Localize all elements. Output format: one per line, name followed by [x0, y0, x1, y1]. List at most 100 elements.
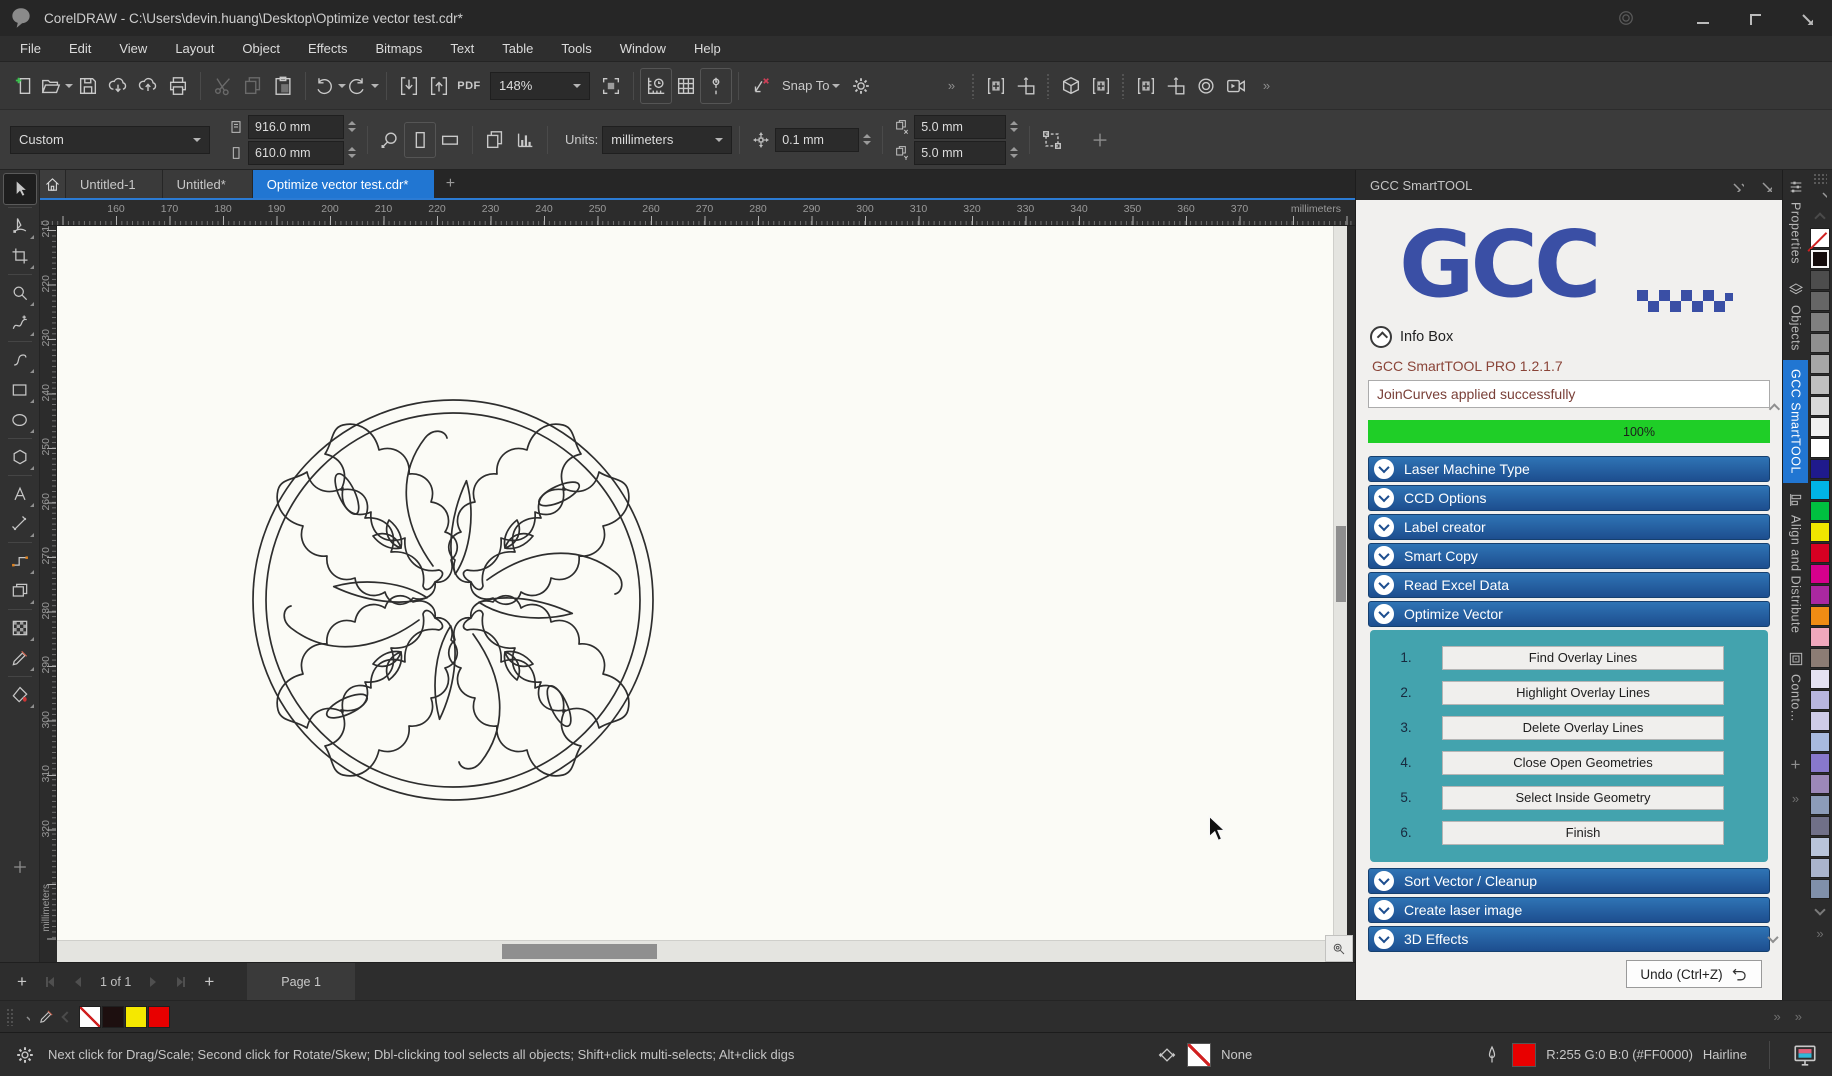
canvas-drawing[interactable]	[243, 390, 663, 810]
zoom-level-combo[interactable]: 148%	[490, 72, 590, 100]
document-palette-swatch[interactable]	[125, 1006, 147, 1028]
duplicate-y-field[interactable]: 5.0 mm	[914, 141, 1006, 165]
step-button[interactable]: Close Open Geometries	[1442, 751, 1724, 775]
undo-dropdown-icon[interactable]	[338, 84, 346, 88]
vertical-scrollbar-thumb[interactable]	[1336, 526, 1346, 602]
portrait-button[interactable]	[405, 123, 435, 157]
freehand-tool[interactable]	[4, 308, 36, 338]
options-gear-button[interactable]	[846, 69, 876, 103]
home-tab-button[interactable]	[40, 170, 66, 198]
add-page-after-button[interactable]: +	[195, 969, 223, 995]
save-button[interactable]	[73, 69, 103, 103]
document-palette-swatch[interactable]	[102, 1006, 124, 1028]
duplicate-x-field[interactable]: 5.0 mm	[914, 115, 1006, 139]
rectangle-tool[interactable]	[4, 375, 36, 405]
palette-swatch[interactable]	[1810, 459, 1830, 479]
docker-section-header[interactable]: Sort Vector / Cleanup	[1368, 868, 1770, 894]
plugin-corner-button[interactable]	[1161, 69, 1191, 103]
cut-button[interactable]	[208, 69, 238, 103]
fill-color-swatch[interactable]	[1187, 1043, 1211, 1067]
shape-tool[interactable]	[4, 211, 36, 241]
docker-collapse-icon[interactable]	[1730, 178, 1744, 192]
palette-swatch[interactable]	[1810, 732, 1830, 752]
redo-button[interactable]	[346, 69, 379, 103]
palette-swatch[interactable]	[1810, 417, 1830, 437]
document-palette-overflow[interactable]: »»	[1774, 1009, 1832, 1024]
current-page-button[interactable]	[510, 123, 540, 157]
paste-button[interactable]	[268, 69, 298, 103]
show-grid-button[interactable]	[671, 69, 701, 103]
zoom-indicator-button[interactable]	[1325, 935, 1353, 962]
fullscreen-preview-button[interactable]	[596, 69, 626, 103]
toolbar-grip[interactable]	[971, 73, 976, 99]
palette-swatch[interactable]	[1810, 879, 1830, 899]
video-tutorial-button[interactable]	[1221, 69, 1251, 103]
palette-swatch[interactable]	[1810, 438, 1830, 458]
color-eyedropper-tool[interactable]	[4, 643, 36, 673]
text-tool[interactable]	[4, 479, 36, 509]
outline-color-swatch[interactable]	[1512, 1043, 1536, 1067]
import-button[interactable]	[394, 69, 424, 103]
menu-item[interactable]: Window	[606, 37, 680, 60]
publish-pdf-button[interactable]: PDF	[454, 69, 484, 103]
launch-app-button[interactable]	[981, 69, 1011, 103]
menu-item[interactable]: Object	[228, 37, 294, 60]
document-palette-swatch[interactable]	[79, 1006, 101, 1028]
docker-tab[interactable]: Align and Distribute	[1783, 483, 1809, 642]
open-dropdown-icon[interactable]	[65, 84, 73, 88]
info-box-header[interactable]: Info Box	[1370, 326, 1770, 348]
step-button[interactable]: Delete Overlay Lines	[1442, 716, 1724, 740]
info-box-collapse-icon[interactable]	[1370, 326, 1392, 348]
palette-overflow[interactable]: »	[1816, 926, 1823, 941]
docker-section-header[interactable]: Read Excel Data	[1368, 572, 1770, 598]
palette-swatch[interactable]	[1810, 795, 1830, 815]
two-point-line-tool[interactable]	[4, 345, 36, 375]
corner-tool-button[interactable]	[1011, 69, 1041, 103]
section-chevron-icon[interactable]	[1374, 575, 1394, 595]
snap-to-dropdown[interactable]: Snap To	[776, 69, 846, 103]
docker-section-header[interactable]: Smart Copy	[1368, 543, 1770, 569]
drawing-canvas[interactable]	[57, 226, 1333, 940]
palette-swatch[interactable]	[1810, 753, 1830, 773]
page-width-field[interactable]: 916.0 mm	[248, 115, 344, 139]
section-chevron-icon[interactable]	[1374, 900, 1394, 920]
docker-section-header[interactable]: CCD Options	[1368, 485, 1770, 511]
duplicate-y-spinner[interactable]	[1006, 147, 1022, 158]
palette-flyout-icon[interactable]	[1814, 187, 1827, 200]
palette-swatch[interactable]	[1810, 480, 1830, 500]
undo-button[interactable]	[313, 69, 346, 103]
docker-tab[interactable]: Properties	[1783, 170, 1809, 273]
duplicate-x-spinner[interactable]	[1006, 121, 1022, 132]
export-button[interactable]	[424, 69, 454, 103]
menu-item[interactable]: Effects	[294, 37, 362, 60]
last-page-button[interactable]	[167, 969, 195, 995]
page-height-spinner[interactable]	[344, 147, 360, 158]
horizontal-ruler[interactable]: millimeters 1601701801902002102202302402…	[40, 200, 1355, 226]
palette-swatch[interactable]	[1810, 585, 1830, 605]
palette-swatch[interactable]	[1810, 333, 1830, 353]
document-tab[interactable]: Untitled-1	[66, 170, 163, 198]
new-document-button[interactable]	[10, 69, 40, 103]
page-width-spinner[interactable]	[344, 121, 360, 132]
zoom-tool[interactable]	[4, 278, 36, 308]
page-tab[interactable]: Page 1	[247, 963, 355, 1001]
docker-tab[interactable]: Objects	[1783, 273, 1809, 360]
docker-tab[interactable]: GCC SmartTOOL	[1783, 360, 1809, 483]
step-button[interactable]: Highlight Overlay Lines	[1442, 681, 1724, 705]
ellipse-tool[interactable]	[4, 405, 36, 435]
menu-item[interactable]: Tools	[547, 37, 605, 60]
section-chevron-icon[interactable]	[1374, 459, 1394, 479]
docker-tabs-overflow[interactable]: »	[1792, 791, 1799, 806]
first-page-button[interactable]	[36, 969, 64, 995]
crop-tool[interactable]	[4, 241, 36, 271]
section-chevron-icon[interactable]	[1374, 871, 1394, 891]
menu-item[interactable]: Help	[680, 37, 735, 60]
page-preset-combo[interactable]: Custom	[10, 126, 210, 154]
document-palette-scroll-left-icon[interactable]	[61, 1011, 72, 1022]
docker-close-icon[interactable]	[1758, 178, 1772, 192]
plugin-object-button[interactable]	[1131, 69, 1161, 103]
add-docker-button[interactable]: +	[1791, 755, 1801, 775]
fill-indicator-icon[interactable]	[1157, 1045, 1177, 1065]
menu-item[interactable]: Bitmaps	[361, 37, 436, 60]
docker-section-header[interactable]: Label creator	[1368, 514, 1770, 540]
